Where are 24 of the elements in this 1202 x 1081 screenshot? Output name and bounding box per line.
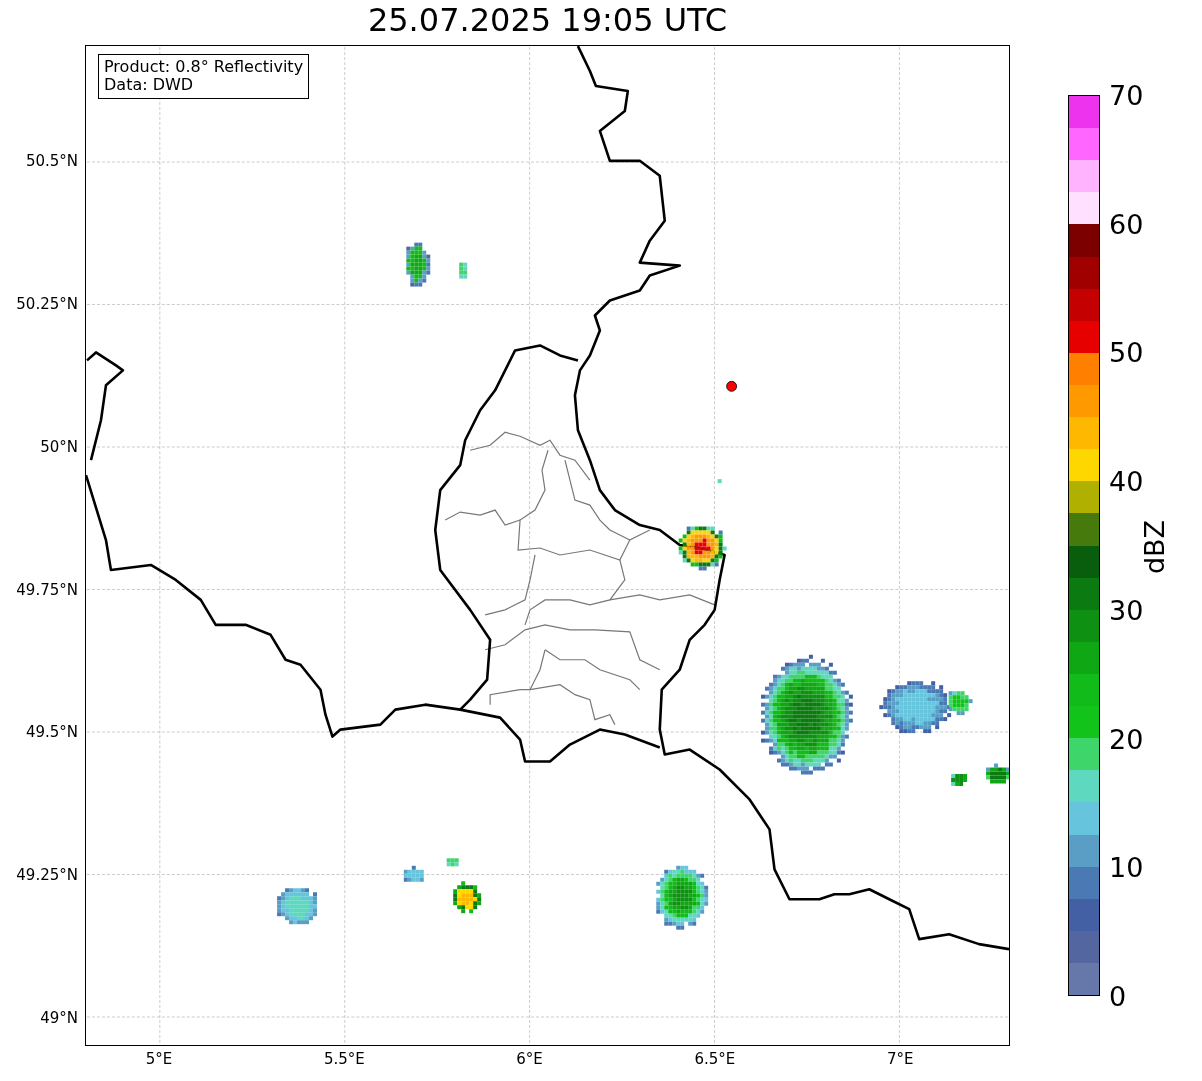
info-text: Product: 0.8° Reflectivity	[104, 58, 304, 77]
axis-tick-label: 49.75°N	[16, 580, 78, 599]
colorbar-tick-label: 0	[1109, 982, 1127, 1010]
info-text: Data: DWD	[104, 76, 195, 95]
axis-tick-label: 49.25°N	[16, 866, 78, 885]
axis-tick-label: 6°E	[516, 1050, 543, 1068]
colorbar-tick-label: 60	[1109, 210, 1144, 238]
axis-tick-label: 6.5°E	[694, 1050, 736, 1068]
axis-tick-label: 50.5°N	[25, 152, 78, 171]
axis-tick-label: 5.5°E	[323, 1050, 365, 1068]
colorbar-tick-label: 50	[1109, 338, 1144, 366]
axis-tick-label: 50°N	[40, 437, 78, 456]
colorbar-tick-label: 10	[1109, 853, 1144, 881]
colorbar-label: dBZ	[1138, 519, 1170, 575]
chart-title: 25.07.2025 19:05 UTC	[367, 3, 728, 36]
axis-tick-label: 7°E	[886, 1050, 914, 1068]
colorbar-tick-label: 20	[1109, 725, 1144, 753]
axis-tick-label: 49.5°N	[25, 723, 78, 742]
colorbar-tick-label: 70	[1109, 81, 1144, 109]
colorbar-tick-label: 30	[1109, 596, 1144, 624]
axis-tick-label: 50.25°N	[16, 295, 78, 313]
colorbar-tick-label: 40	[1109, 467, 1144, 495]
axis-tick-label: 49°N	[40, 1009, 78, 1027]
axis-tick-label: 5°E	[145, 1050, 173, 1068]
